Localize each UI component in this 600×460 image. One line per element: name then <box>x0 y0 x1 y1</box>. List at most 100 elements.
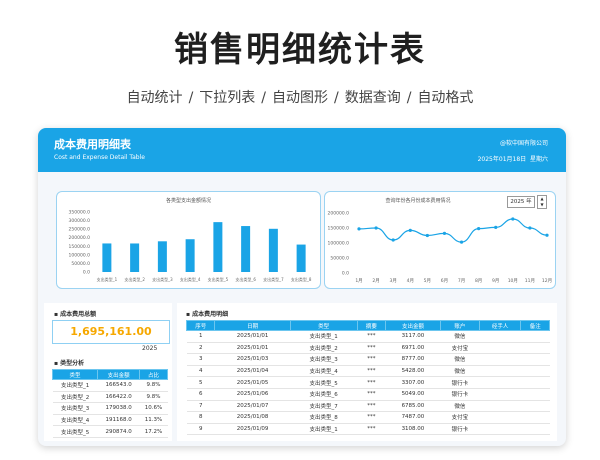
detail-cell[interactable]: 1 <box>186 330 215 343</box>
detail-cell[interactable] <box>520 353 550 366</box>
detail-cell[interactable]: 6 <box>186 388 215 401</box>
type-cell[interactable]: 10.6% <box>139 402 168 415</box>
detail-cell[interactable] <box>520 342 550 355</box>
detail-cell[interactable]: 微信 <box>440 353 480 366</box>
detail-cell[interactable] <box>520 365 550 378</box>
detail-cell[interactable]: 支出类型_2 <box>290 342 358 355</box>
detail-cell[interactable]: 3307.00 <box>385 376 441 389</box>
type-cell[interactable]: 9.8% <box>139 391 168 404</box>
detail-cell[interactable]: 2 <box>186 342 215 355</box>
detail-cell[interactable] <box>520 423 550 436</box>
table-row[interactable]: 6 2025/01/06 支出类型_6 *** 5049.00 银行卡 <box>186 388 550 401</box>
detail-cell[interactable]: 7 <box>186 400 215 413</box>
detail-cell[interactable]: 2025/01/09 <box>214 423 291 436</box>
detail-cell[interactable]: 银行卡 <box>440 376 480 389</box>
type-cell[interactable]: 191168.0 <box>97 414 140 427</box>
detail-cell[interactable]: 2025/01/08 <box>214 411 291 424</box>
type-cell[interactable]: 166422.0 <box>97 391 140 404</box>
detail-cell[interactable]: 4 <box>186 365 215 378</box>
detail-cell[interactable]: 3117.00 <box>385 330 441 343</box>
type-cell[interactable]: 179038.0 <box>97 402 140 415</box>
table-row[interactable]: 1 2025/01/01 支出类型_1 *** 3117.00 微信 <box>186 330 550 343</box>
table-row[interactable]: 2 2025/01/01 支出类型_2 *** 6971.00 支付宝 <box>186 342 550 355</box>
detail-cell[interactable] <box>520 400 550 413</box>
detail-cell[interactable]: 2025/01/01 <box>214 342 291 355</box>
detail-cell[interactable]: *** <box>357 330 386 343</box>
detail-cell[interactable]: 2025/01/03 <box>214 353 291 366</box>
detail-cell[interactable]: 银行卡 <box>440 388 480 401</box>
detail-cell[interactable] <box>479 388 521 401</box>
type-cell[interactable]: 支出类型_4 <box>52 414 98 427</box>
detail-cell[interactable]: 6971.00 <box>385 342 441 355</box>
detail-cell[interactable] <box>479 423 521 436</box>
detail-cell[interactable]: 7487.00 <box>385 411 441 424</box>
type-cell[interactable]: 支出类型_2 <box>52 391 98 404</box>
detail-cell[interactable] <box>520 388 550 401</box>
table-row[interactable]: 支出类型_3 179038.0 10.6% <box>52 402 168 415</box>
detail-cell[interactable]: 2025/01/07 <box>214 400 291 413</box>
type-cell[interactable]: 166543.0 <box>97 379 140 392</box>
table-row[interactable]: 支出类型_5 290874.0 17.2% <box>52 425 168 438</box>
detail-cell[interactable]: *** <box>357 365 386 378</box>
detail-cell[interactable]: 微信 <box>440 365 480 378</box>
detail-cell[interactable]: 5049.00 <box>385 388 441 401</box>
type-cell[interactable]: 11.3% <box>139 414 168 427</box>
detail-cell[interactable]: 支付宝 <box>440 342 480 355</box>
detail-cell[interactable]: 2025/01/05 <box>214 376 291 389</box>
detail-cell[interactable]: 8 <box>186 411 215 424</box>
detail-cell[interactable]: 支出类型_8 <box>290 411 358 424</box>
detail-cell[interactable] <box>520 411 550 424</box>
detail-cell[interactable] <box>479 376 521 389</box>
detail-cell[interactable]: 5 <box>186 376 215 389</box>
detail-cell[interactable]: 支出类型_3 <box>290 353 358 366</box>
detail-cell[interactable]: 支出类型_5 <box>290 376 358 389</box>
detail-cell[interactable] <box>520 330 550 343</box>
detail-cell[interactable]: 6785.00 <box>385 400 441 413</box>
detail-cell[interactable]: 2025/01/01 <box>214 330 291 343</box>
detail-cell[interactable]: 支出类型_7 <box>290 400 358 413</box>
detail-cell[interactable]: *** <box>357 388 386 401</box>
table-row[interactable]: 4 2025/01/04 支出类型_4 *** 5428.00 微信 <box>186 365 550 378</box>
detail-cell[interactable] <box>520 376 550 389</box>
detail-cell[interactable] <box>479 330 521 343</box>
table-row[interactable]: 9 2025/01/09 支出类型_1 *** 3108.00 银行卡 <box>186 423 550 436</box>
detail-cell[interactable] <box>479 411 521 424</box>
detail-cell[interactable]: 3108.00 <box>385 423 441 436</box>
detail-cell[interactable]: 9 <box>186 423 215 436</box>
detail-cell[interactable] <box>479 400 521 413</box>
type-cell[interactable]: 17.2% <box>139 425 168 438</box>
detail-cell[interactable] <box>479 365 521 378</box>
detail-cell[interactable]: 支出类型_1 <box>290 330 358 343</box>
detail-cell[interactable]: 银行卡 <box>440 423 480 436</box>
detail-cell[interactable] <box>479 353 521 366</box>
detail-cell[interactable]: 8777.00 <box>385 353 441 366</box>
table-row[interactable]: 8 2025/01/08 支出类型_8 *** 7487.00 支付宝 <box>186 411 550 424</box>
detail-cell[interactable]: 3 <box>186 353 215 366</box>
table-row[interactable]: 5 2025/01/05 支出类型_5 *** 3307.00 银行卡 <box>186 376 550 389</box>
detail-cell[interactable]: 支出类型_1 <box>290 423 358 436</box>
detail-cell[interactable]: 微信 <box>440 400 480 413</box>
table-row[interactable]: 7 2025/01/07 支出类型_7 *** 6785.00 微信 <box>186 400 550 413</box>
table-row[interactable]: 支出类型_1 166543.0 9.8% <box>52 379 168 392</box>
detail-cell[interactable]: *** <box>357 376 386 389</box>
detail-cell[interactable]: *** <box>357 400 386 413</box>
detail-cell[interactable]: *** <box>357 423 386 436</box>
table-row[interactable]: 3 2025/01/03 支出类型_3 *** 8777.00 微信 <box>186 353 550 366</box>
detail-cell[interactable]: 支付宝 <box>440 411 480 424</box>
table-row[interactable]: 支出类型_4 191168.0 11.3% <box>52 414 168 427</box>
detail-cell[interactable]: 支出类型_4 <box>290 365 358 378</box>
detail-cell[interactable]: 2025/01/06 <box>214 388 291 401</box>
detail-cell[interactable]: 支出类型_6 <box>290 388 358 401</box>
detail-cell[interactable]: *** <box>357 342 386 355</box>
detail-cell[interactable]: 微信 <box>440 330 480 343</box>
detail-cell[interactable]: *** <box>357 411 386 424</box>
type-cell[interactable]: 支出类型_5 <box>52 425 98 438</box>
table-row[interactable]: 支出类型_2 166422.0 9.8% <box>52 391 168 404</box>
detail-cell[interactable]: 2025/01/04 <box>214 365 291 378</box>
detail-cell[interactable] <box>479 342 521 355</box>
detail-cell[interactable]: 5428.00 <box>385 365 441 378</box>
type-cell[interactable]: 支出类型_3 <box>52 402 98 415</box>
type-cell[interactable]: 290874.0 <box>97 425 140 438</box>
type-cell[interactable]: 支出类型_1 <box>52 379 98 392</box>
detail-cell[interactable]: *** <box>357 353 386 366</box>
